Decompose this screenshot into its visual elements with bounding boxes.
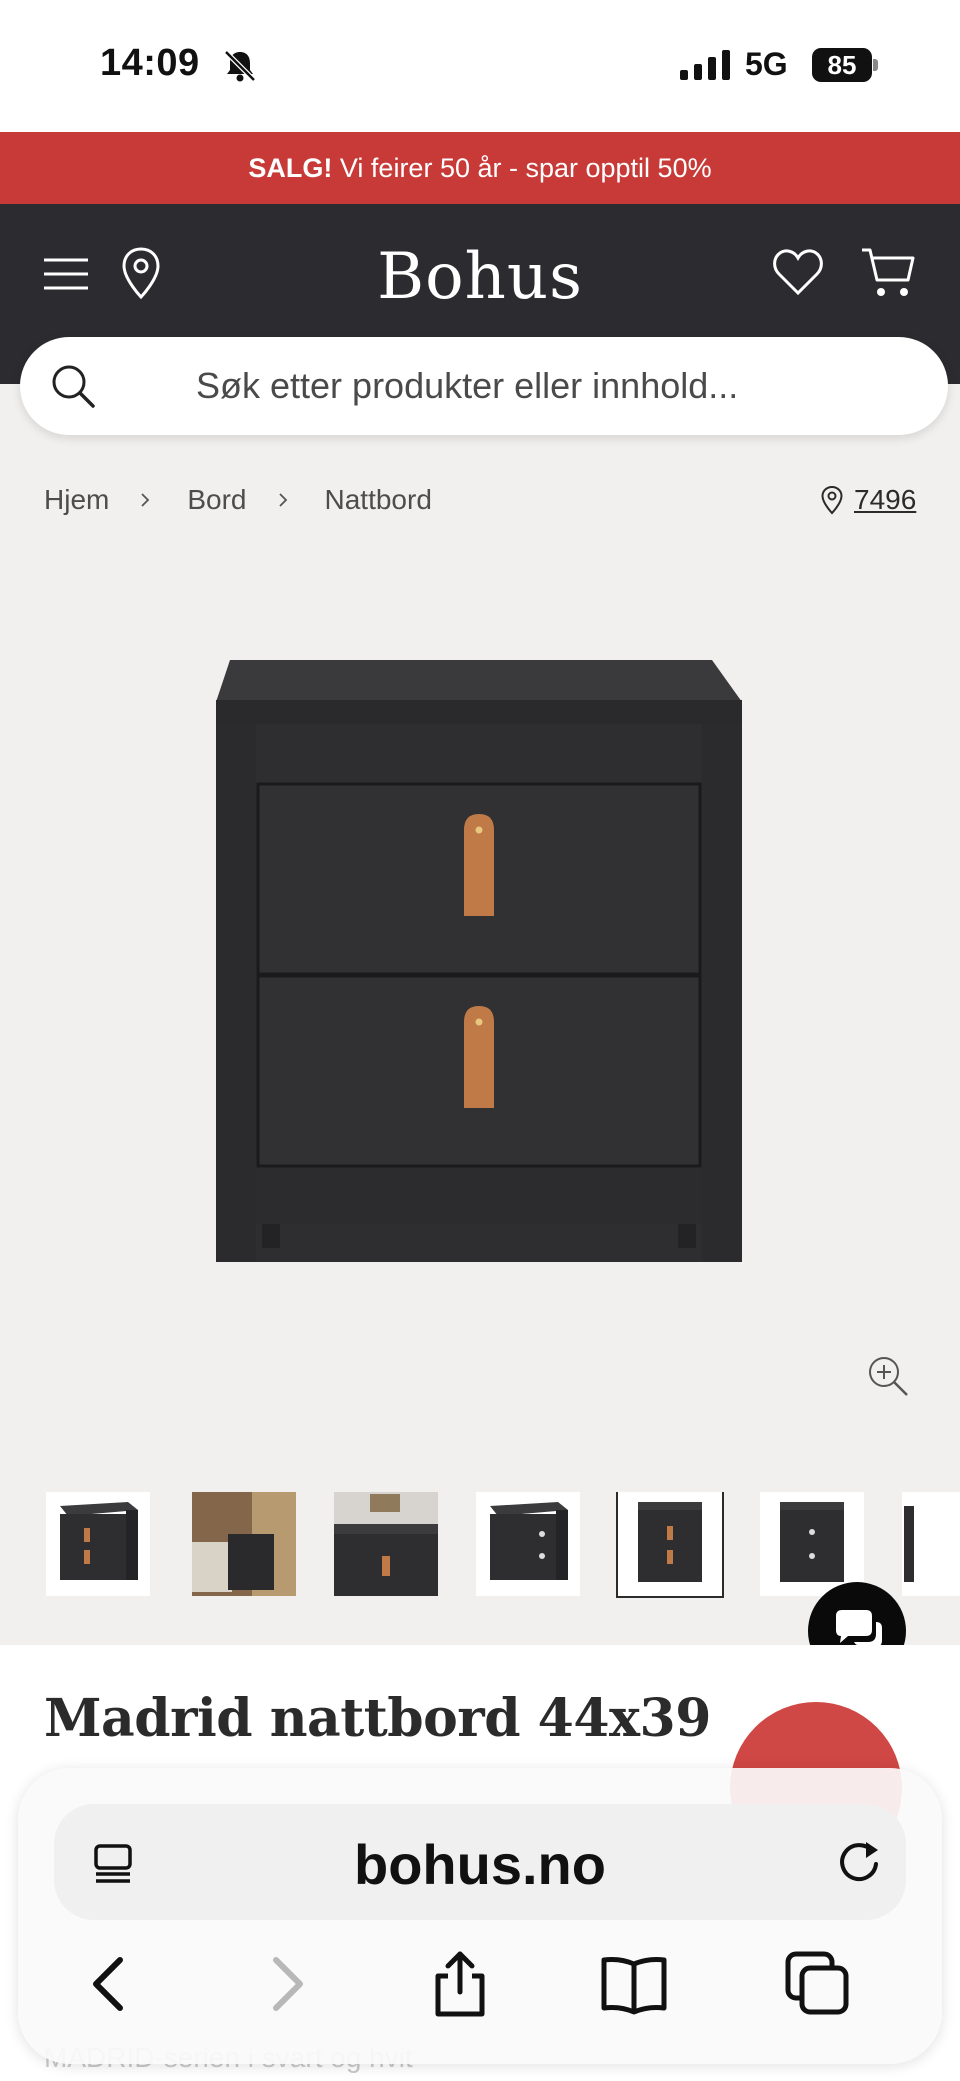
search-input[interactable]: Søk etter produkter eller innhold... xyxy=(196,365,738,407)
bell-slash-icon xyxy=(224,50,256,82)
bookmarks-icon[interactable] xyxy=(598,1948,670,2020)
forward-icon[interactable] xyxy=(250,1948,322,2020)
product-title: Madrid nattbord 44x39 xyxy=(44,1688,711,1749)
sale-banner-text: Vi feirer 50 år - spar opptil 50% xyxy=(332,153,712,183)
heart-icon[interactable] xyxy=(772,248,824,296)
back-icon[interactable] xyxy=(74,1948,146,2020)
thumbnail-7[interactable] xyxy=(902,1492,960,1596)
thumbnail-4[interactable] xyxy=(476,1492,580,1596)
chevron-right-icon xyxy=(141,493,150,507)
battery-level: 85 xyxy=(812,48,872,82)
status-time: 14:09 xyxy=(100,42,200,84)
battery-icon: 85 xyxy=(812,48,878,82)
address-bar[interactable]: bohus.no xyxy=(54,1804,906,1920)
store-selector[interactable]: 7496 xyxy=(820,484,916,516)
breadcrumb: Hjem Bord Nattbord xyxy=(44,484,432,516)
thumbnail-1[interactable] xyxy=(46,1492,150,1596)
reload-icon[interactable] xyxy=(834,1836,884,1886)
url-text[interactable]: bohus.no xyxy=(54,1832,906,1897)
breadcrumb-item-nattbord[interactable]: Nattbord xyxy=(325,484,432,516)
thumbnail-5-active[interactable] xyxy=(616,1492,724,1598)
network-label: 5G xyxy=(745,46,788,82)
location-pin-icon xyxy=(821,485,843,515)
share-icon[interactable] xyxy=(424,1948,496,2020)
thumbnail-6[interactable] xyxy=(760,1492,864,1596)
zoom-in-icon[interactable] xyxy=(866,1354,910,1398)
breadcrumb-item-home[interactable]: Hjem xyxy=(44,484,109,516)
tabs-icon[interactable] xyxy=(782,1948,854,2020)
product-image[interactable] xyxy=(0,540,960,1420)
cart-icon[interactable] xyxy=(860,246,916,300)
sale-banner[interactable]: SALG! Vi feirer 50 år - spar opptil 50% xyxy=(0,132,960,204)
signal-icon xyxy=(680,50,730,80)
thumbnail-3[interactable] xyxy=(334,1492,438,1596)
thumbnail-2[interactable] xyxy=(192,1492,296,1596)
breadcrumb-item-bord[interactable]: Bord xyxy=(187,484,246,516)
search-icon xyxy=(52,365,95,408)
sale-banner-bold: SALG! xyxy=(248,153,333,183)
browser-toolbar: bohus.no xyxy=(18,1768,942,2064)
chevron-right-icon xyxy=(278,493,287,507)
search-bar[interactable]: Søk etter produkter eller innhold... xyxy=(20,337,948,435)
store-number-link[interactable]: 7496 xyxy=(854,484,916,516)
status-bar: 14:09 5G 85 xyxy=(0,0,960,132)
